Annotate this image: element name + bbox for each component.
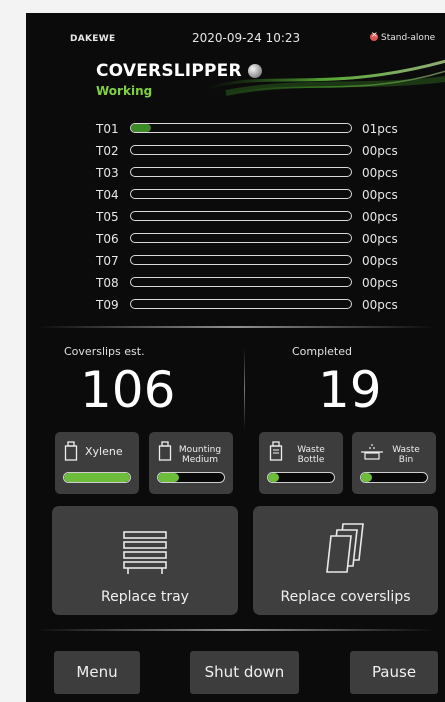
device-title: COVERSLIPPER (96, 61, 242, 81)
label-line: Bottle (297, 455, 325, 465)
tray-label: T05 (96, 210, 119, 224)
stats-divider (244, 348, 245, 430)
divider (36, 326, 436, 328)
tray-label: T02 (96, 144, 119, 158)
reagent-level-bar (63, 472, 131, 483)
tray-row: T01 01pcs (96, 119, 436, 139)
reagent-level-bar (360, 472, 428, 483)
menu-button[interactable]: Menu (54, 651, 140, 694)
label-line: Mounting (178, 445, 222, 455)
reagent-label: Xylene (85, 445, 123, 458)
bottle-icon (158, 441, 172, 461)
tray-count: 00pcs (362, 188, 398, 202)
tray-level-bar (130, 277, 352, 287)
tray-label: T08 (96, 276, 119, 290)
reagent-label: Waste Bin (386, 445, 426, 465)
tray-row: T08 00pcs (96, 273, 436, 293)
decorative-swoosh (206, 59, 445, 98)
tray-count: 00pcs (362, 144, 398, 158)
tray-row: T03 00pcs (96, 163, 436, 183)
brand-logo: DAKEWE (70, 34, 116, 44)
tray-row: T06 00pcs (96, 229, 436, 249)
tray-row: T07 00pcs (96, 251, 436, 271)
tray-level-bar (130, 167, 352, 177)
tray-label: T01 (96, 122, 119, 136)
estimate-label: Coverslips est. (64, 345, 145, 358)
tray-level-bar (130, 211, 352, 221)
estimate-value: 106 (80, 361, 176, 419)
tray-count: 00pcs (362, 298, 398, 312)
waste-bottle-icon (269, 441, 283, 461)
tray-count: 00pcs (362, 166, 398, 180)
tray-level-bar (130, 123, 352, 133)
level-fill (268, 473, 280, 482)
tray-stack-icon (123, 531, 167, 574)
tray-label: T06 (96, 232, 119, 246)
divider (36, 629, 436, 631)
tray-label: T09 (96, 298, 119, 312)
shutdown-button[interactable]: Shut down (190, 651, 299, 694)
error-x-icon (370, 30, 378, 41)
replace-tray-label: Replace tray (101, 589, 189, 605)
device-screen: DAKEWE 2020-09-24 10:23 Stand-alone COVE… (26, 13, 445, 702)
completed-label: Completed (292, 345, 352, 358)
reagent-label: Mounting Medium (175, 445, 225, 465)
completed-value: 19 (318, 361, 382, 419)
reagent-mounting-medium[interactable]: Mounting Medium (149, 432, 233, 494)
tray-level-bar (130, 255, 352, 265)
tray-level-bar (130, 189, 352, 199)
tray-row: T09 00pcs (96, 295, 436, 315)
mode-indicator: Stand-alone (370, 30, 436, 43)
replace-coverslips-button[interactable]: Replace coverslips (253, 506, 438, 615)
tray-row: T05 00pcs (96, 207, 436, 227)
label-line: Medium (182, 455, 218, 465)
tray-label: T03 (96, 166, 119, 180)
reagent-waste-bin[interactable]: Waste Bin (352, 432, 436, 494)
reagent-label: Waste Bottle (289, 445, 333, 465)
level-fill (64, 473, 130, 482)
status-led-icon (248, 64, 262, 78)
waste-bin-icon (361, 444, 383, 460)
tray-row: T02 00pcs (96, 141, 436, 161)
reagent-xylene[interactable]: Xylene (55, 432, 139, 494)
tray-row: T04 00pcs (96, 185, 436, 205)
tray-count: 01pcs (362, 122, 398, 136)
bottle-icon (64, 441, 78, 461)
mode-label: Stand-alone (381, 33, 436, 43)
reagent-waste-bottle[interactable]: Waste Bottle (259, 432, 343, 494)
device-status: Working (96, 84, 153, 98)
tray-level-bar (130, 299, 352, 309)
pause-button[interactable]: Pause (350, 651, 438, 694)
level-fill (158, 473, 180, 482)
tray-level-bar (130, 145, 352, 155)
tray-label: T04 (96, 188, 119, 202)
label-line: Waste (392, 445, 420, 455)
reagent-level-bar (267, 472, 335, 483)
replace-tray-button[interactable]: Replace tray (52, 506, 238, 615)
tray-count: 00pcs (362, 276, 398, 290)
tray-level-bar (130, 233, 352, 243)
tray-level-fill (131, 124, 151, 132)
label-line: Bin (398, 455, 414, 465)
tray-count: 00pcs (362, 232, 398, 246)
replace-coverslips-label: Replace coverslips (280, 589, 411, 605)
tray-label: T07 (96, 254, 119, 268)
reagent-level-bar (157, 472, 225, 483)
level-fill (361, 473, 373, 482)
tray-count: 00pcs (362, 254, 398, 268)
coverslips-icon (326, 523, 364, 573)
datetime-display: 2020-09-24 10:23 (192, 31, 301, 45)
label-line: Waste (297, 445, 325, 455)
tray-count: 00pcs (362, 210, 398, 224)
